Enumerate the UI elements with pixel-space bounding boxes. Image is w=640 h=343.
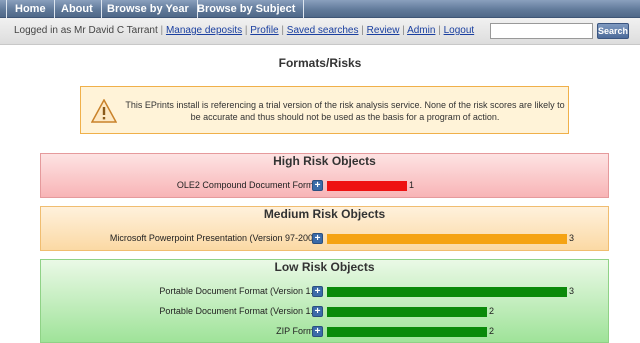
expand-plus-icon[interactable]: +	[312, 306, 323, 317]
risk-row: OLE2 Compound Document Format + 1	[41, 179, 608, 193]
medium-risk-title: Medium Risk Objects	[263, 207, 386, 221]
format-label: Portable Document Format (Version 1.4)	[159, 286, 321, 296]
nav-browse-by-year[interactable]: Browse by Year	[99, 0, 198, 18]
risk-bar	[327, 307, 487, 317]
expand-plus-icon[interactable]: +	[312, 233, 323, 244]
risk-bar	[327, 287, 567, 297]
nav-browse-by-subject[interactable]: Browse by Subject	[189, 0, 305, 18]
format-label: Microsoft Powerpoint Presentation (Versi…	[109, 233, 321, 243]
risk-count: 2	[489, 326, 495, 336]
risk-bar	[327, 327, 487, 337]
profile-link[interactable]: Profile	[250, 25, 278, 36]
warning-text: This EPrints install is referencing a tr…	[125, 100, 565, 122]
risk-row: ZIP Format + 2	[41, 325, 608, 339]
expand-plus-icon[interactable]: +	[312, 180, 323, 191]
risk-count: 1	[409, 180, 415, 190]
user-links: Logged in as Mr David C Tarrant | Manage…	[14, 25, 475, 36]
logged-in-text: Logged in as Mr David C Tarrant	[14, 25, 158, 36]
warning-icon	[91, 99, 117, 123]
saved-searches-link[interactable]: Saved searches	[287, 25, 359, 36]
expand-plus-icon[interactable]: +	[312, 326, 323, 337]
low-risk-title: Low Risk Objects	[274, 260, 375, 274]
search-button[interactable]: Search	[597, 23, 629, 39]
risk-row: Portable Document Format (Version 1.4) +…	[41, 285, 608, 299]
risk-count: 2	[489, 306, 495, 316]
search-input[interactable]	[490, 23, 593, 39]
risk-row: Microsoft Powerpoint Presentation (Versi…	[41, 232, 608, 246]
medium-risk-panel: Medium Risk Objects Microsoft Powerpoint…	[40, 206, 609, 251]
expand-plus-icon[interactable]: +	[312, 286, 323, 297]
nav-about[interactable]: About	[53, 0, 102, 18]
review-link[interactable]: Review	[367, 25, 400, 36]
logout-link[interactable]: Logout	[444, 25, 475, 36]
page-title: Formats/Risks	[278, 56, 362, 70]
risk-bar	[327, 181, 407, 191]
manage-deposits-link[interactable]: Manage deposits	[166, 25, 242, 36]
format-label: OLE2 Compound Document Format	[176, 180, 321, 190]
risk-count: 3	[569, 233, 575, 243]
high-risk-title: High Risk Objects	[273, 154, 376, 168]
user-bar: Logged in as Mr David C Tarrant | Manage…	[0, 18, 640, 45]
risk-row: Portable Document Format (Version 1.3) +…	[41, 305, 608, 319]
risk-count: 3	[569, 286, 575, 296]
high-risk-panel: High Risk Objects OLE2 Compound Document…	[40, 153, 609, 198]
admin-link[interactable]: Admin	[407, 25, 435, 36]
format-label: Portable Document Format (Version 1.3)	[159, 306, 321, 316]
nav-home[interactable]: Home	[6, 0, 55, 18]
top-navigation: Home About Browse by Year Browse by Subj…	[0, 0, 640, 18]
risk-bar	[327, 234, 567, 244]
low-risk-panel: Low Risk Objects Portable Document Forma…	[40, 259, 609, 343]
warning-box: This EPrints install is referencing a tr…	[80, 86, 569, 134]
